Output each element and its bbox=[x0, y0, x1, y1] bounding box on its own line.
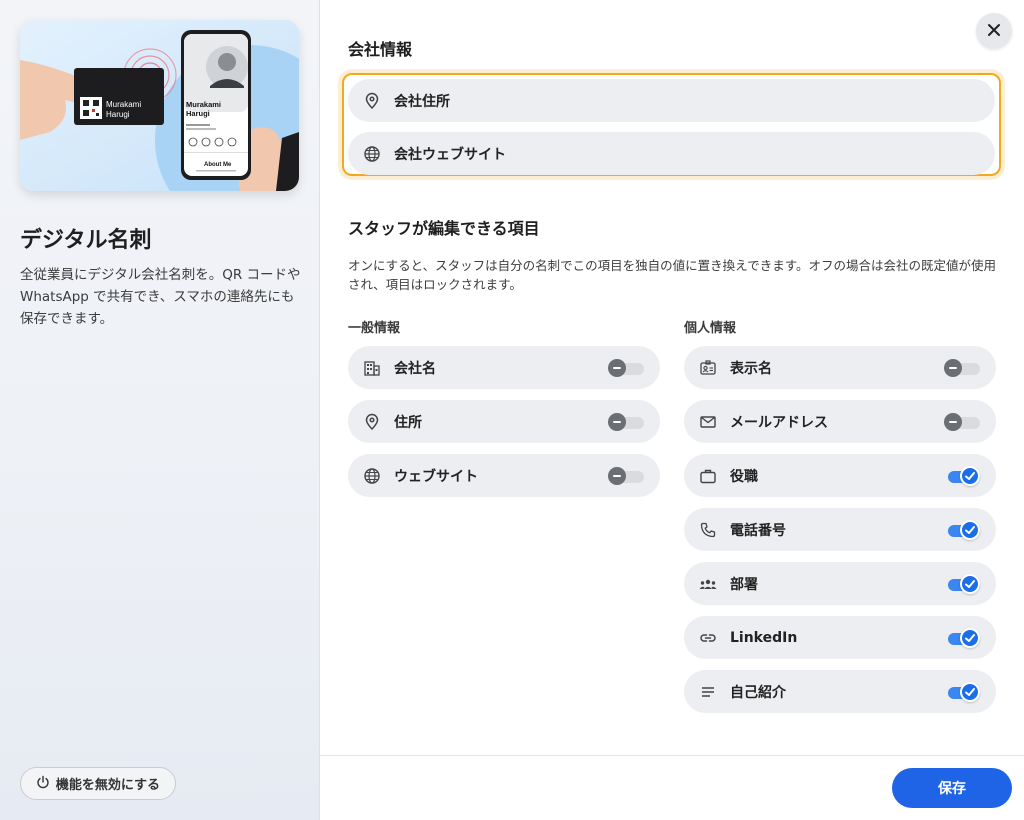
department-toggle[interactable] bbox=[944, 573, 982, 595]
personal-item-phone[interactable]: 電話番号 bbox=[684, 508, 996, 551]
link-icon bbox=[698, 628, 718, 648]
text-lines-icon bbox=[698, 682, 718, 702]
footer-divider bbox=[320, 755, 1024, 756]
phone-name-line2: Harugi bbox=[186, 109, 210, 118]
company-info-heading: 会社情報 bbox=[348, 40, 413, 59]
address-toggle[interactable] bbox=[608, 411, 646, 433]
general-item-label: 住所 bbox=[394, 414, 422, 431]
location-pin-icon bbox=[362, 412, 382, 432]
general-item-company-name[interactable]: 会社名 bbox=[348, 346, 660, 389]
general-info-label: 一般情報 bbox=[348, 321, 401, 336]
company-website-placeholder: 会社ウェブサイト bbox=[394, 146, 506, 163]
globe-icon bbox=[362, 466, 382, 486]
group-icon bbox=[698, 574, 718, 594]
building-icon bbox=[362, 358, 382, 378]
phone-toggle[interactable] bbox=[944, 519, 982, 541]
feature-title: デジタル名刺 bbox=[20, 228, 152, 253]
personal-item-job-title[interactable]: 役職 bbox=[684, 454, 996, 497]
disable-feature-label: 機能を無効にする bbox=[55, 778, 161, 793]
phone-about-label: About Me bbox=[204, 162, 232, 168]
close-icon bbox=[987, 22, 1001, 41]
company-address-placeholder: 会社住所 bbox=[394, 93, 450, 110]
power-icon bbox=[36, 775, 50, 793]
company-name-toggle[interactable] bbox=[608, 357, 646, 379]
company-info-group: 会社住所 会社ウェブサイト bbox=[342, 73, 1001, 176]
company-address-field[interactable]: 会社住所 bbox=[348, 79, 995, 122]
website-toggle[interactable] bbox=[608, 465, 646, 487]
personal-item-department[interactable]: 部署 bbox=[684, 562, 996, 605]
mail-icon bbox=[698, 412, 718, 432]
editable-fields-heading: スタッフが編集できる項目 bbox=[348, 219, 540, 238]
personal-item-bio[interactable]: 自己紹介 bbox=[684, 670, 996, 713]
globe-icon bbox=[362, 144, 382, 164]
id-badge-icon bbox=[698, 358, 718, 378]
personal-item-label: メールアドレス bbox=[730, 414, 828, 431]
feature-description: 全従業員にデジタル会社名刺を。QR コードや WhatsApp で共有でき、スマ… bbox=[20, 267, 301, 327]
hero-illustration: Murakami Harugi Murakami Harugi About Me bbox=[20, 20, 299, 191]
general-item-label: ウェブサイト bbox=[394, 468, 478, 485]
phone-icon bbox=[698, 520, 718, 540]
briefcase-icon bbox=[698, 466, 718, 486]
general-item-label: 会社名 bbox=[394, 360, 436, 377]
feature-info-panel: Murakami Harugi Murakami Harugi About Me… bbox=[0, 0, 320, 820]
display-name-toggle[interactable] bbox=[944, 357, 982, 379]
personal-item-display-name[interactable]: 表示名 bbox=[684, 346, 996, 389]
email-toggle[interactable] bbox=[944, 411, 982, 433]
general-item-website[interactable]: ウェブサイト bbox=[348, 454, 660, 497]
personal-info-label: 個人情報 bbox=[684, 321, 737, 336]
card-name-line2: Harugi bbox=[106, 110, 130, 119]
close-button[interactable] bbox=[976, 13, 1012, 49]
job-title-toggle[interactable] bbox=[944, 465, 982, 487]
save-button[interactable]: 保存 bbox=[892, 768, 1012, 808]
disable-feature-button[interactable]: 機能を無効にする bbox=[20, 767, 176, 800]
personal-item-label: 電話番号 bbox=[730, 522, 786, 539]
personal-item-email[interactable]: メールアドレス bbox=[684, 400, 996, 443]
company-website-field[interactable]: 会社ウェブサイト bbox=[348, 132, 995, 175]
personal-item-label: 役職 bbox=[730, 468, 758, 485]
editable-fields-description: オンにすると、スタッフは自分の名刺でこの項目を独自の値に置き換えできます。オフの… bbox=[348, 258, 997, 292]
personal-item-label: 表示名 bbox=[730, 360, 772, 377]
general-item-address[interactable]: 住所 bbox=[348, 400, 660, 443]
card-name-line1: Murakami bbox=[106, 100, 141, 109]
personal-item-label: 部署 bbox=[730, 576, 758, 593]
personal-item-label: 自己紹介 bbox=[730, 684, 786, 701]
bio-toggle[interactable] bbox=[944, 681, 982, 703]
phone-name-line1: Murakami bbox=[186, 100, 221, 109]
location-pin-icon bbox=[362, 91, 382, 111]
personal-item-label: LinkedIn bbox=[730, 629, 798, 646]
linkedin-toggle[interactable] bbox=[944, 627, 982, 649]
personal-item-linkedin[interactable]: LinkedIn bbox=[684, 616, 996, 659]
